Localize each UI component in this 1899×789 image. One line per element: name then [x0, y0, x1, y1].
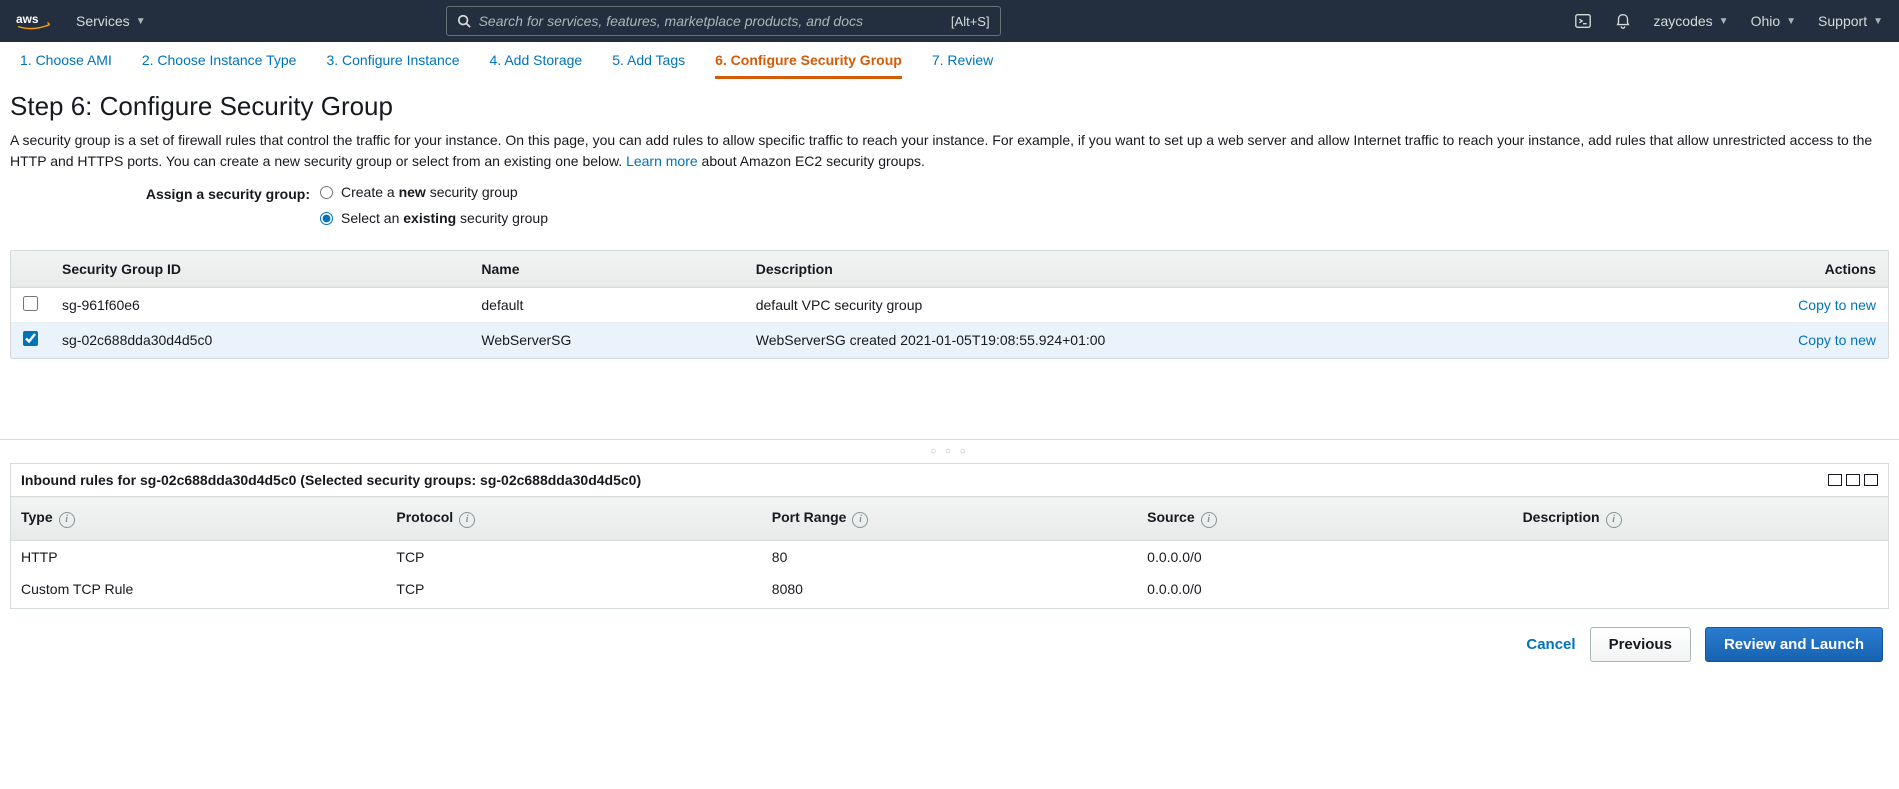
option-create-new[interactable]: Create a new security group — [320, 184, 548, 200]
inbound-rules-table: Typei Protocoli Port Rangei Sourcei Desc… — [11, 496, 1888, 608]
search-icon — [457, 14, 471, 28]
review-and-launch-button[interactable]: Review and Launch — [1705, 627, 1883, 662]
search-shortcut: [Alt+S] — [951, 14, 990, 29]
layout-toggle-group — [1828, 474, 1878, 486]
assign-security-group: Assign a security group: Create a new se… — [10, 184, 1889, 236]
wizard-step-7[interactable]: 7. Review — [932, 52, 993, 79]
radio-select-existing[interactable] — [320, 212, 333, 225]
previous-button[interactable]: Previous — [1590, 627, 1691, 662]
bell-icon[interactable] — [1614, 12, 1632, 30]
cell-protocol: TCP — [386, 540, 761, 573]
wizard-step-1[interactable]: 1. Choose AMI — [20, 52, 112, 79]
caret-down-icon: ▼ — [1786, 16, 1796, 27]
layout-icon-1[interactable] — [1828, 474, 1842, 486]
security-group-table: Security Group ID Name Description Actio… — [10, 250, 1889, 359]
info-icon[interactable]: i — [1606, 512, 1622, 528]
cell-port: 80 — [762, 540, 1137, 573]
info-icon[interactable]: i — [59, 512, 75, 528]
cloudshell-icon[interactable] — [1574, 12, 1592, 30]
cell-protocol: TCP — [386, 573, 761, 605]
radio-create-new[interactable] — [320, 186, 333, 199]
learn-more-link[interactable]: Learn more — [626, 153, 698, 169]
cell-desc — [1513, 605, 1888, 609]
search-wrap: Search for services, features, marketpla… — [446, 6, 1001, 36]
aws-logo[interactable]: aws — [16, 12, 58, 30]
col-sg-name[interactable]: Name — [469, 251, 743, 288]
row-checkbox[interactable] — [23, 296, 38, 311]
table-row: SSHTCP22169.152.6.200/32 — [11, 605, 1888, 609]
wizard-step-5[interactable]: 5. Add Tags — [612, 52, 685, 79]
services-menu[interactable]: Services ▼ — [76, 13, 146, 29]
cell-port: 8080 — [762, 573, 1137, 605]
panel-resize-handle[interactable]: ○ ○ ○ — [0, 439, 1899, 463]
info-icon[interactable]: i — [1201, 512, 1217, 528]
support-menu[interactable]: Support▼ — [1818, 13, 1883, 29]
cell-type: SSH — [11, 605, 386, 609]
top-nav: aws Services ▼ Search for services, feat… — [0, 0, 1899, 42]
cancel-button[interactable]: Cancel — [1526, 636, 1575, 653]
svg-text:aws: aws — [16, 12, 39, 26]
cell-desc — [1513, 573, 1888, 605]
cell-type: Custom TCP Rule — [11, 573, 386, 605]
wizard-tabs: 1. Choose AMI 2. Choose Instance Type 3. C… — [0, 42, 1899, 79]
layout-icon-2[interactable] — [1846, 474, 1860, 486]
search-placeholder: Search for services, features, marketpla… — [479, 13, 951, 29]
info-icon[interactable]: i — [852, 512, 868, 528]
wizard-step-4[interactable]: 4. Add Storage — [490, 52, 583, 79]
table-row: HTTPTCP800.0.0.0/0 — [11, 540, 1888, 573]
cell-source: 0.0.0.0/0 — [1137, 540, 1512, 573]
cell-source: 169.152.6.200/32 — [1137, 605, 1512, 609]
row-checkbox[interactable] — [23, 331, 38, 346]
region-menu[interactable]: Ohio▼ — [1751, 13, 1796, 29]
col-sg-desc[interactable]: Description — [744, 251, 1643, 288]
inbound-rules-title: Inbound rules for sg-02c688dda30d4d5c0 (… — [21, 472, 641, 488]
services-label: Services — [76, 13, 130, 29]
cell-protocol: TCP — [386, 605, 761, 609]
info-icon[interactable]: i — [459, 512, 475, 528]
assign-label: Assign a security group: — [10, 184, 320, 202]
caret-down-icon: ▼ — [136, 16, 146, 27]
search-input[interactable]: Search for services, features, marketpla… — [446, 6, 1001, 36]
assign-options: Create a new security group Select an ex… — [320, 184, 548, 236]
cell-sg-name: default — [469, 288, 743, 323]
table-row[interactable]: sg-02c688dda30d4d5c0WebServerSGWebServer… — [11, 323, 1888, 358]
account-menu[interactable]: zaycodes▼ — [1654, 13, 1729, 29]
page-title: Step 6: Configure Security Group — [10, 91, 1889, 122]
page-description: A security group is a set of firewall ru… — [10, 130, 1889, 172]
wizard-step-6[interactable]: 6. Configure Security Group — [715, 52, 902, 79]
col-sg-actions: Actions — [1643, 251, 1888, 288]
option-select-existing[interactable]: Select an existing security group — [320, 210, 548, 226]
nav-right: zaycodes▼ Ohio▼ Support▼ — [1574, 12, 1884, 30]
cell-sg-name: WebServerSG — [469, 323, 743, 358]
caret-down-icon: ▼ — [1873, 16, 1883, 27]
copy-to-new-link[interactable]: Copy to new — [1798, 332, 1876, 348]
inbound-rules-panel: Inbound rules for sg-02c688dda30d4d5c0 (… — [10, 463, 1889, 609]
wizard-step-3[interactable]: 3. Configure Instance — [326, 52, 459, 79]
table-row: Custom TCP RuleTCP80800.0.0.0/0 — [11, 573, 1888, 605]
footer-actions: Cancel Previous Review and Launch — [0, 609, 1899, 672]
caret-down-icon: ▼ — [1719, 16, 1729, 27]
cell-source: 0.0.0.0/0 — [1137, 573, 1512, 605]
cell-port: 22 — [762, 605, 1137, 609]
copy-to-new-link[interactable]: Copy to new — [1798, 297, 1876, 313]
table-row[interactable]: sg-961f60e6defaultdefault VPC security g… — [11, 288, 1888, 323]
cell-sg-id: sg-02c688dda30d4d5c0 — [50, 323, 469, 358]
inbound-rules-scroll[interactable]: Typei Protocoli Port Rangei Sourcei Desc… — [11, 496, 1888, 608]
cell-type: HTTP — [11, 540, 386, 573]
cell-sg-desc: default VPC security group — [744, 288, 1643, 323]
cell-sg-id: sg-961f60e6 — [50, 288, 469, 323]
cell-desc — [1513, 540, 1888, 573]
cell-sg-desc: WebServerSG created 2021-01-05T19:08:55.… — [744, 323, 1643, 358]
layout-icon-3[interactable] — [1864, 474, 1878, 486]
page-content: Step 6: Configure Security Group A secur… — [0, 79, 1899, 359]
wizard-step-2[interactable]: 2. Choose Instance Type — [142, 52, 297, 79]
inbound-rules-header: Inbound rules for sg-02c688dda30d4d5c0 (… — [11, 464, 1888, 496]
col-sg-id[interactable]: Security Group ID — [50, 251, 469, 288]
